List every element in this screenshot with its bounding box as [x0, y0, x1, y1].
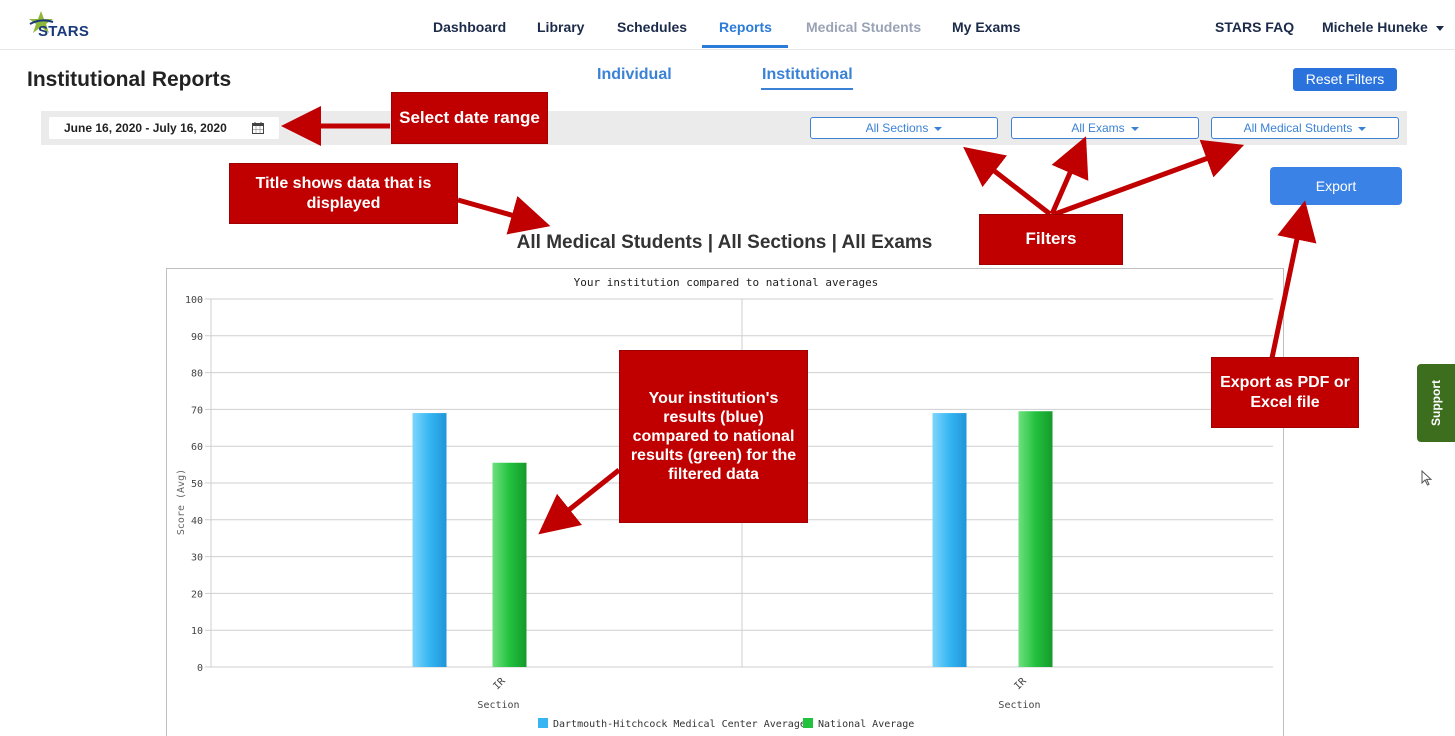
- reset-filters-button[interactable]: Reset Filters: [1293, 68, 1397, 91]
- sections-value: All Sections: [865, 121, 929, 135]
- support-tab[interactable]: Support: [1417, 364, 1455, 442]
- support-label: Support: [1429, 380, 1443, 426]
- tab-active-indicator: [761, 88, 853, 90]
- exams-dropdown[interactable]: All Exams: [1011, 117, 1199, 139]
- y-tick-label: 90: [191, 332, 203, 343]
- callout-select-date: Select date range: [391, 92, 548, 144]
- bar: [1018, 411, 1053, 667]
- nav-dashboard[interactable]: Dashboard: [433, 19, 506, 35]
- bar: [932, 413, 967, 667]
- nav-reports[interactable]: Reports: [719, 19, 772, 35]
- report-heading-text: All Medical Students | All Sections | Al…: [516, 232, 933, 253]
- report-heading: All Medical Students | All Sections | Al…: [0, 232, 1455, 254]
- y-tick-label: 10: [191, 626, 203, 637]
- caret-down-icon: [1358, 126, 1367, 131]
- legend-label: Dartmouth-Hitchcock Medical Center Avera…: [553, 719, 806, 730]
- nav-medical-students[interactable]: Medical Students: [806, 19, 921, 35]
- logo-text: STARS: [38, 23, 90, 40]
- x-axis-label: Section: [477, 700, 519, 711]
- chart-title: Your institution compared to national av…: [574, 276, 879, 289]
- x-tick-label: IR: [1012, 675, 1029, 692]
- nav-schedules[interactable]: Schedules: [617, 19, 687, 35]
- x-tick-label: IR: [491, 675, 508, 692]
- y-tick-label: 70: [191, 405, 203, 416]
- callout-filters: Filters: [979, 214, 1123, 265]
- legend-swatch: [803, 718, 813, 728]
- export-button[interactable]: Export: [1270, 167, 1402, 205]
- date-range-picker[interactable]: June 16, 2020 - July 16, 2020: [49, 117, 279, 139]
- students-value: All Medical Students: [1243, 121, 1353, 135]
- legend-label: National Average: [818, 719, 914, 730]
- y-tick-label: 80: [191, 369, 203, 380]
- mouse-cursor-icon: [1421, 470, 1433, 486]
- y-tick-label: 60: [191, 442, 203, 453]
- legend-swatch: [538, 718, 548, 728]
- callout-export: Export as PDF or Excel file: [1211, 357, 1359, 428]
- nav-stars-faq[interactable]: STARS FAQ: [1215, 19, 1294, 35]
- nav-my-exams[interactable]: My Exams: [952, 19, 1020, 35]
- y-tick-label: 0: [197, 663, 203, 674]
- y-tick-label: 40: [191, 516, 203, 527]
- y-tick-label: 50: [191, 479, 203, 490]
- callout-results: Your institution's results (blue) compar…: [619, 350, 808, 523]
- students-dropdown[interactable]: All Medical Students: [1211, 117, 1399, 139]
- caret-down-icon: [1130, 126, 1139, 131]
- tab-institutional[interactable]: Institutional: [762, 66, 853, 84]
- chart-legend: Dartmouth-Hitchcock Medical Center Avera…: [538, 718, 914, 730]
- nav-active-indicator: [702, 45, 788, 48]
- calendar-icon: [252, 122, 264, 134]
- caret-down-icon: [934, 126, 943, 131]
- exams-value: All Exams: [1071, 121, 1125, 135]
- x-axis-labels: IR Section IR Section: [477, 675, 1040, 711]
- stars-logo[interactable]: STARS: [28, 11, 89, 40]
- y-tick-label: 20: [191, 589, 203, 600]
- user-menu[interactable]: Michele Huneke: [1322, 19, 1444, 35]
- sections-dropdown[interactable]: All Sections: [810, 117, 998, 139]
- x-axis-label: Section: [998, 700, 1040, 711]
- date-range-value: June 16, 2020 - July 16, 2020: [64, 121, 227, 135]
- tab-individual[interactable]: Individual: [597, 66, 672, 84]
- y-tick-label: 100: [185, 295, 203, 306]
- bar: [412, 413, 447, 667]
- top-nav: STARS Dashboard Library Schedules Report…: [0, 0, 1455, 50]
- user-name: Michele Huneke: [1322, 19, 1428, 35]
- nav-library[interactable]: Library: [537, 19, 584, 35]
- callout-title-info: Title shows data that is displayed: [229, 163, 458, 224]
- bar: [492, 462, 527, 667]
- chevron-down-icon: [1435, 25, 1444, 31]
- y-axis-label: Score (Avg): [176, 469, 187, 535]
- y-tick-label: 30: [191, 553, 203, 564]
- page-title: Institutional Reports: [27, 68, 232, 91]
